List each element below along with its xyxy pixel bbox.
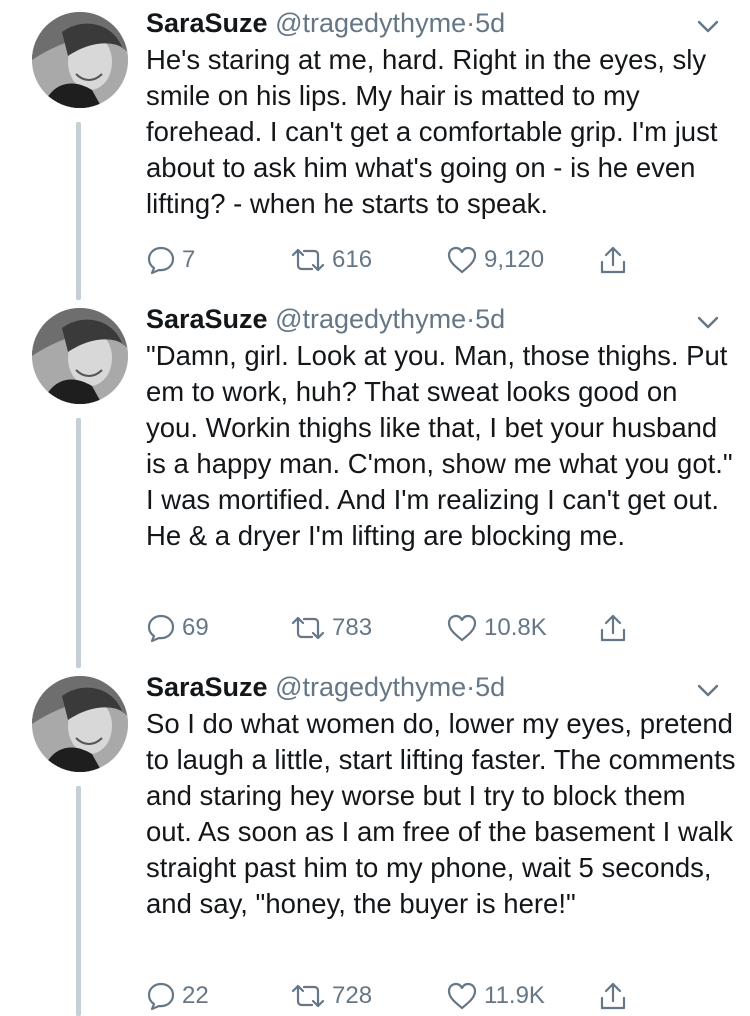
speech-bubble-icon (147, 246, 175, 275)
retweet-arrows-icon (291, 248, 325, 272)
display-name[interactable]: SaraSuze (146, 672, 268, 702)
thread-line (76, 786, 81, 1016)
share-upload-icon (600, 982, 626, 1010)
retweet-button[interactable]: 616 (290, 242, 372, 278)
share-upload-icon (600, 246, 626, 274)
timestamp[interactable]: 5d (475, 672, 505, 702)
reply-button[interactable]: 7 (146, 242, 195, 278)
separator-dot: · (466, 8, 476, 38)
share-button[interactable] (598, 242, 628, 278)
like-button[interactable]: 10.8K (446, 610, 547, 646)
tweet-header: SaraSuze @tragedythyme·5d (146, 302, 505, 336)
reply-count: 22 (182, 982, 209, 1009)
retweet-arrows-icon (291, 984, 325, 1008)
like-button[interactable]: 9,120 (446, 242, 544, 278)
avatar[interactable] (32, 308, 128, 404)
like-count: 11.9K (484, 982, 545, 1009)
heart-outline-icon (447, 614, 477, 642)
reply-count: 7 (182, 246, 196, 273)
retweet-arrows-icon (291, 616, 325, 640)
share-upload-icon (600, 614, 626, 642)
tweet-header: SaraSuze @tragedythyme·5d (146, 6, 505, 40)
action-bar: 22 728 11.9K (146, 978, 686, 1014)
display-name[interactable]: SaraSuze (146, 8, 268, 38)
share-button[interactable] (598, 978, 628, 1014)
separator-dot: · (466, 304, 476, 334)
user-handle[interactable]: @tragedythyme (275, 672, 466, 702)
avatar[interactable] (32, 12, 128, 108)
thread-line (76, 122, 81, 300)
separator-dot: · (466, 672, 476, 702)
chevron-down-icon[interactable] (697, 316, 719, 330)
tweet-text: "Damn, girl. Look at you. Man, those thi… (146, 340, 733, 551)
thread-line (76, 418, 81, 668)
reply-count: 69 (182, 614, 209, 641)
tweet-header: SaraSuze @tragedythyme·5d (146, 670, 505, 704)
user-handle[interactable]: @tragedythyme (275, 304, 466, 334)
timestamp[interactable]: 5d (475, 304, 505, 334)
tweet-text: So I do what women do, lower my eyes, pr… (146, 708, 736, 919)
like-count: 10.8K (484, 614, 547, 641)
retweet-count: 728 (332, 982, 373, 1009)
speech-bubble-icon (147, 982, 175, 1011)
timestamp[interactable]: 5d (475, 8, 505, 38)
retweet-count: 783 (332, 614, 373, 641)
avatar[interactable] (32, 676, 128, 772)
chevron-down-icon[interactable] (697, 20, 719, 34)
retweet-button[interactable]: 728 (290, 978, 372, 1014)
heart-outline-icon (447, 246, 477, 274)
display-name[interactable]: SaraSuze (146, 304, 268, 334)
reply-button[interactable]: 69 (146, 610, 209, 646)
reply-button[interactable]: 22 (146, 978, 209, 1014)
action-bar: 69 783 10.8K (146, 610, 686, 646)
speech-bubble-icon (147, 614, 175, 643)
retweet-count: 616 (332, 246, 373, 273)
retweet-button[interactable]: 783 (290, 610, 372, 646)
like-button[interactable]: 11.9K (446, 978, 545, 1014)
share-button[interactable] (598, 610, 628, 646)
user-handle[interactable]: @tragedythyme (275, 8, 466, 38)
tweet-text: He's staring at me, hard. Right in the e… (146, 44, 718, 219)
like-count: 9,120 (484, 246, 545, 273)
action-bar: 7 616 9,120 (146, 242, 686, 278)
chevron-down-icon[interactable] (697, 684, 719, 698)
heart-outline-icon (447, 982, 477, 1010)
